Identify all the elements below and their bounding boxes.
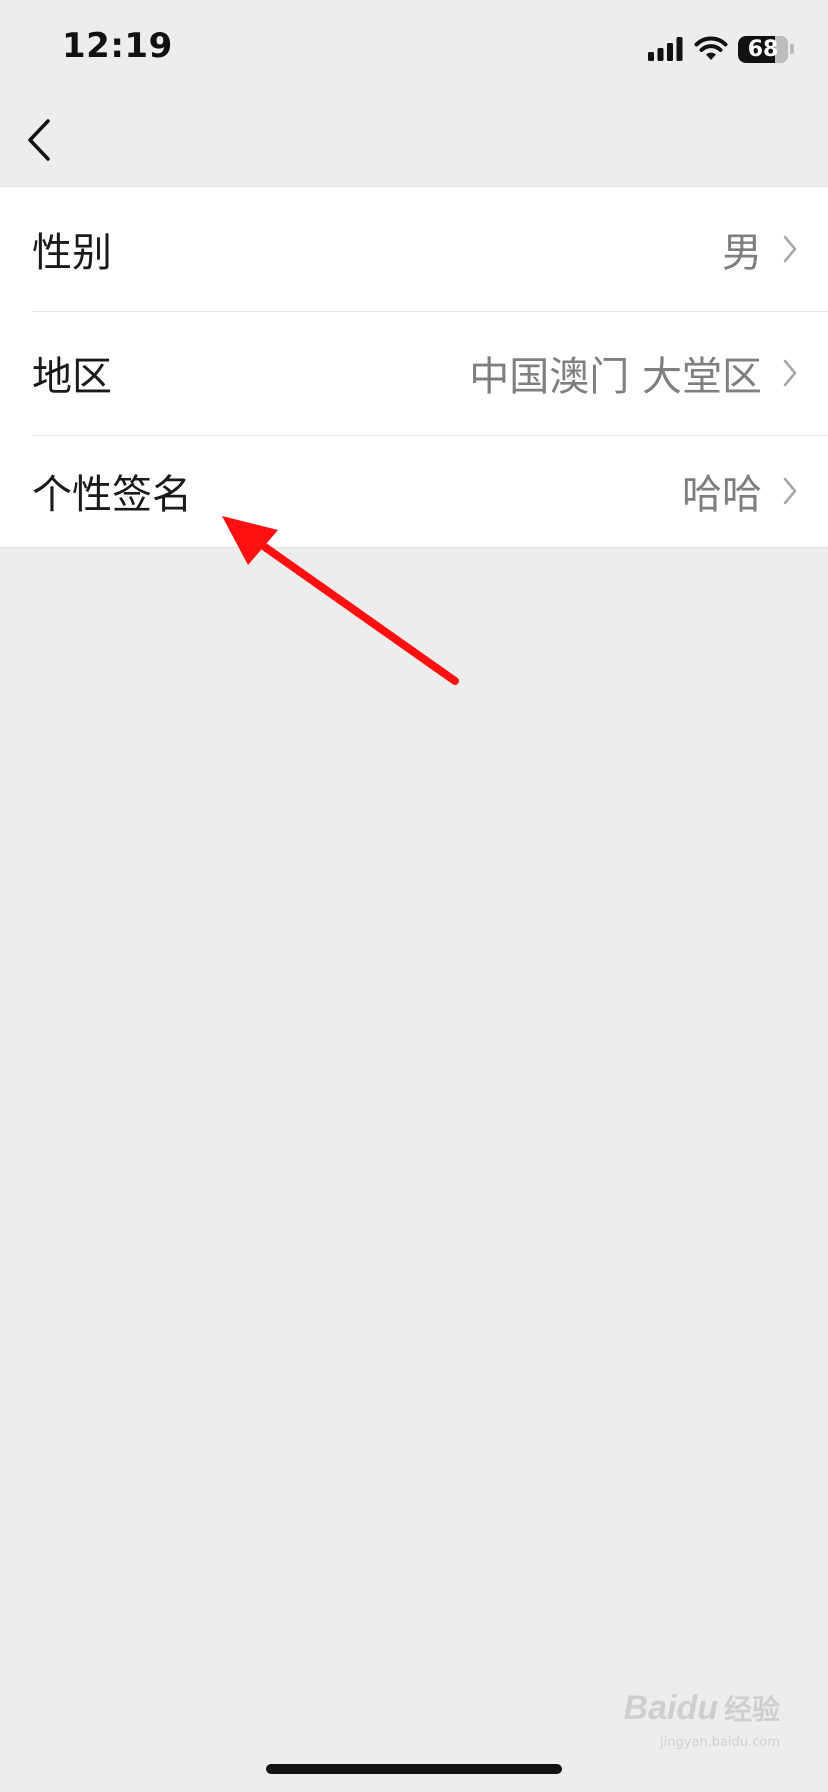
back-button[interactable] <box>26 112 66 168</box>
region-label: 地区 <box>32 354 112 400</box>
cellular-signal-icon <box>648 37 683 61</box>
watermark-text: 经验 <box>723 1693 780 1726</box>
chevron-left-icon <box>28 119 50 161</box>
battery-level: 68 <box>747 36 779 62</box>
gender-row[interactable]: 性别 男 <box>0 187 828 311</box>
battery-icon: 68 <box>738 35 788 63</box>
signature-label: 个性签名 <box>32 472 192 518</box>
settings-list: 性别 男 地区 中国澳门 大堂区 个性签名 哈哈 <box>0 186 828 548</box>
status-icons: 68 <box>648 34 794 64</box>
battery-cap <box>790 44 794 54</box>
region-value: 中国澳门 大堂区 <box>469 354 762 400</box>
watermark-url: jingyan.baidu.com <box>660 1735 780 1750</box>
watermark-logo: Baidu <box>623 1689 718 1727</box>
status-time: 12:19 <box>62 26 173 66</box>
chevron-right-icon <box>783 359 797 387</box>
signature-value: 哈哈 <box>682 472 762 518</box>
home-indicator[interactable] <box>266 1764 562 1774</box>
region-row[interactable]: 地区 中国澳门 大堂区 <box>0 311 828 435</box>
chevron-right-icon <box>783 477 797 505</box>
gender-label: 性别 <box>32 230 112 276</box>
baidu-watermark: Baidu 经验 <box>624 1688 780 1728</box>
status-bar: 12:19 68 <box>0 0 828 100</box>
signature-row[interactable]: 个性签名 哈哈 <box>0 435 828 547</box>
wifi-icon <box>694 36 728 60</box>
chevron-right-icon <box>783 235 797 263</box>
gender-value: 男 <box>722 230 762 276</box>
